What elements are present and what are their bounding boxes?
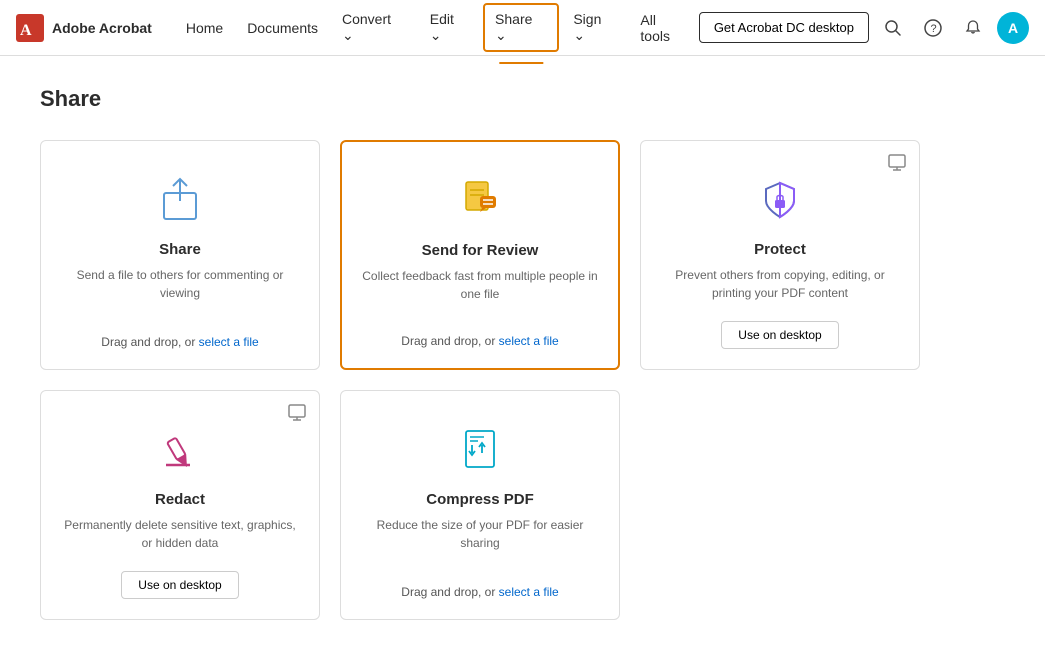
compress-select-file-link[interactable]: select a file: [499, 585, 559, 599]
page-content: Share Share Send a file to others for co…: [0, 56, 1045, 650]
compress-card-icon: [452, 421, 508, 477]
nav-right: Get Acrobat DC desktop ? A: [699, 12, 1029, 44]
adobe-icon: A: [16, 14, 44, 42]
help-icon[interactable]: ?: [917, 12, 949, 44]
avatar[interactable]: A: [997, 12, 1029, 44]
compress-card-desc: Reduce the size of your PDF for easier s…: [361, 516, 599, 569]
protect-card-title: Protect: [754, 241, 806, 258]
send-review-card-action: Drag and drop, or select a file: [401, 318, 558, 348]
redact-card-title: Redact: [155, 491, 205, 508]
send-review-card-icon: [452, 172, 508, 228]
send-review-card-title: Send for Review: [422, 242, 539, 259]
nav-share[interactable]: Share ⌄: [483, 3, 559, 52]
cards-grid: Share Send a file to others for commenti…: [40, 140, 920, 620]
navbar: A Adobe Acrobat Home Documents Convert ⌄…: [0, 0, 1045, 56]
nav-sign[interactable]: Sign ⌄: [563, 5, 626, 50]
nav-links: Home Documents Convert ⌄ Edit ⌄ Share ⌄ …: [176, 3, 699, 52]
card-compress-pdf[interactable]: Compress PDF Reduce the size of your PDF…: [340, 390, 620, 620]
send-review-select-file-link[interactable]: select a file: [499, 334, 559, 348]
nav-convert[interactable]: Convert ⌄: [332, 5, 416, 50]
card-send-for-review[interactable]: Send for Review Collect feedback fast fr…: [340, 140, 620, 370]
card-share[interactable]: Share Send a file to others for commenti…: [40, 140, 320, 370]
desktop-badge-redact: [287, 403, 307, 421]
svg-text:A: A: [20, 22, 32, 39]
get-desktop-button[interactable]: Get Acrobat DC desktop: [699, 12, 869, 43]
redact-card-desc: Permanently delete sensitive text, graph…: [61, 516, 299, 555]
brand-name: Adobe Acrobat: [52, 20, 152, 36]
share-card-action: Drag and drop, or select a file: [101, 319, 258, 349]
nav-alltools[interactable]: All tools: [630, 6, 698, 50]
share-card-desc: Send a file to others for commenting or …: [61, 266, 299, 319]
nav-documents[interactable]: Documents: [237, 14, 328, 42]
share-card-title: Share: [159, 241, 201, 258]
card-protect[interactable]: Protect Prevent others from copying, edi…: [640, 140, 920, 370]
redact-desktop-action: Use on desktop: [121, 555, 238, 599]
desktop-badge-protect: [887, 153, 907, 171]
protect-desktop-action: Use on desktop: [721, 305, 838, 349]
protect-card-desc: Prevent others from copying, editing, or…: [661, 266, 899, 305]
search-icon[interactable]: [877, 12, 909, 44]
card-redact[interactable]: Redact Permanently delete sensitive text…: [40, 390, 320, 620]
protect-use-on-desktop-button[interactable]: Use on desktop: [721, 321, 838, 349]
redact-use-on-desktop-button[interactable]: Use on desktop: [121, 571, 238, 599]
brand: A Adobe Acrobat: [16, 14, 152, 42]
notification-icon[interactable]: [957, 12, 989, 44]
redact-card-icon: [152, 421, 208, 477]
compress-card-title: Compress PDF: [426, 491, 534, 508]
send-review-card-desc: Collect feedback fast from multiple peop…: [362, 267, 598, 318]
share-card-icon: [152, 171, 208, 227]
svg-text:?: ?: [931, 23, 937, 35]
nav-edit[interactable]: Edit ⌄: [420, 5, 479, 50]
nav-home[interactable]: Home: [176, 14, 233, 42]
page-title: Share: [40, 86, 1005, 112]
share-select-file-link[interactable]: select a file: [199, 335, 259, 349]
compress-card-action: Drag and drop, or select a file: [401, 569, 558, 599]
protect-card-icon: [752, 171, 808, 227]
